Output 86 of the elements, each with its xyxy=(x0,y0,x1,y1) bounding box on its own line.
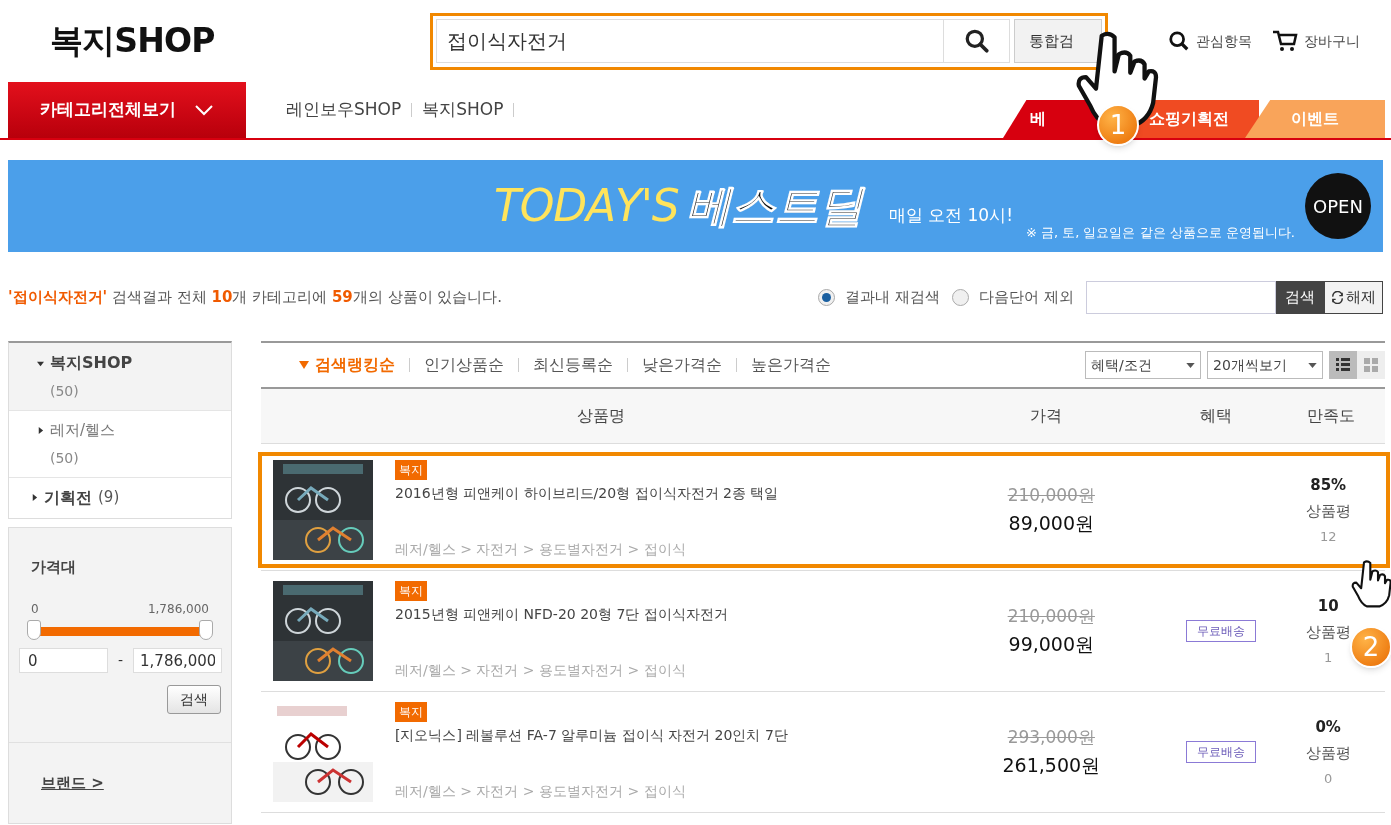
banner-subtitle: 매일 오전 10시! xyxy=(888,204,1013,227)
header-link[interactable]: 장바구니 xyxy=(1304,30,1360,52)
research-field[interactable] xyxy=(1086,280,1276,314)
product-category-path: 레저/헬스 > 자전거 > 용도별자전거 > 접이식 xyxy=(395,661,687,680)
satisfaction-rate: 85% xyxy=(1310,474,1347,496)
radio-label[interactable]: 결과내 재검색 xyxy=(845,285,941,309)
search-icon xyxy=(1168,30,1190,52)
caret-down-icon xyxy=(299,361,309,369)
list-icon xyxy=(1336,358,1350,372)
brand-link[interactable]: 브랜드 > xyxy=(41,774,104,792)
sale-price: 261,500원 xyxy=(1002,752,1101,778)
review-count: 0 xyxy=(1324,769,1333,788)
radio-button[interactable] xyxy=(818,288,836,306)
column-header: 상품명 xyxy=(577,405,625,427)
list-view-button[interactable] xyxy=(1329,351,1357,379)
price-slider[interactable] xyxy=(27,620,213,642)
filter-dropdown[interactable]: 혜택/조건 xyxy=(1085,351,1201,379)
price-range-title: 가격대 xyxy=(31,556,77,578)
sort-option[interactable]: 인기상품순 xyxy=(424,353,504,377)
column-header: 만족도 xyxy=(1307,405,1355,427)
review-count: 1 xyxy=(1324,648,1333,667)
category-badge: 복지 xyxy=(395,460,427,480)
free-shipping-badge: 무료배송 xyxy=(1185,741,1256,763)
integrated-search-button[interactable]: 통합검 xyxy=(1014,19,1102,63)
category-count: (50) xyxy=(49,382,79,401)
product-category-path: 레저/헬스 > 자전거 > 용도별자전거 > 접이식 xyxy=(395,540,687,559)
header-link[interactable]: 관심항목 xyxy=(1196,30,1252,52)
max-price-field[interactable]: 1,786,000 xyxy=(133,648,223,673)
original-price: 293,000원 xyxy=(1007,726,1095,749)
reset-button[interactable]: 해제 xyxy=(1324,280,1383,314)
search-icon[interactable] xyxy=(963,28,990,54)
chevron-down-icon xyxy=(194,104,214,116)
price-search-button[interactable]: 검색 xyxy=(167,685,221,714)
category-badge: 복지 xyxy=(395,581,427,601)
slider-handle[interactable] xyxy=(27,620,41,640)
review-label[interactable]: 상품평 xyxy=(1305,500,1351,523)
original-price: 210,000원 xyxy=(1007,605,1095,628)
shop-link[interactable]: 레인보우SHOP xyxy=(286,97,402,123)
original-price: 210,000원 xyxy=(1007,484,1095,507)
sort-option[interactable]: 최신등록순 xyxy=(533,353,613,377)
satisfaction-rate: 0% xyxy=(1315,716,1341,738)
caret-down-icon xyxy=(1308,362,1317,368)
banner-note: ※ 금, 토, 일요일은 같은 상품으로 운영됩니다. xyxy=(1025,223,1295,242)
free-shipping-badge: 무료배송 xyxy=(1185,620,1256,642)
refresh-icon xyxy=(1331,290,1344,304)
all-categories-button[interactable]: 카테고리전체보기 xyxy=(8,82,246,138)
step-number-badge: 2 xyxy=(1350,626,1391,668)
cart-icon xyxy=(1272,29,1298,53)
shop-link[interactable]: 복지SHOP xyxy=(422,97,504,123)
product-name[interactable]: [지오닉스] 레볼루션 FA-7 알루미늄 접이식 자전거 20인치 7단 xyxy=(395,725,953,746)
review-label[interactable]: 상품평 xyxy=(1305,621,1351,644)
category-link[interactable]: 레저/헬스 xyxy=(50,419,116,442)
min-price-field[interactable]: 0 xyxy=(19,648,108,673)
site-logo[interactable]: 복지SHOP xyxy=(50,16,250,66)
review-count: 12 xyxy=(1319,527,1337,546)
product-name[interactable]: 2015년형 피앤케이 NFD-20 20형 7단 접이식자전거 xyxy=(395,604,953,625)
sort-option[interactable]: 낮은가격순 xyxy=(642,353,722,377)
category-count: (9) xyxy=(98,487,120,509)
range-separator: - xyxy=(117,651,125,670)
banner-title: TODAY'S xyxy=(494,179,679,233)
range-max-label: 1,786,000 xyxy=(147,601,209,618)
sale-price: 99,000원 xyxy=(1008,631,1095,657)
category-link[interactable]: 기획전 xyxy=(44,485,92,510)
promo-banner[interactable]: TODAY'S 베스트딜 매일 오전 10시! ※ 금, 토, 일요일은 같은 상품으로 운영됩니다. OPEN xyxy=(8,160,1383,252)
filter-dropdown[interactable]: 20개씩보기 xyxy=(1207,351,1323,379)
column-header: 혜택 xyxy=(1200,405,1232,427)
satisfaction-rate: 10 xyxy=(1317,595,1339,617)
slider-handle[interactable] xyxy=(199,620,213,640)
review-label[interactable]: 상품평 xyxy=(1305,742,1351,765)
sale-price: 89,000원 xyxy=(1008,510,1095,536)
category-count: (50) xyxy=(49,448,79,468)
search-summary: '접이식자전거' 검색결과 전체 10개 카테고리에 59개의 상품이 있습니다. xyxy=(8,286,503,308)
grid-icon xyxy=(1364,358,1378,372)
caret-down-icon xyxy=(1186,362,1195,368)
search-button[interactable]: 검색 xyxy=(1276,280,1324,314)
open-button[interactable]: OPEN xyxy=(1305,173,1371,239)
radio-button[interactable] xyxy=(952,288,970,306)
sort-option[interactable]: 높은가격순 xyxy=(751,353,831,377)
range-min-label: 0 xyxy=(31,601,39,618)
search-field[interactable]: 접이식자전거 xyxy=(436,19,1010,63)
product-name[interactable]: 2016년형 피앤케이 하이브리드/20형 접이식자전거 2종 택일 xyxy=(395,483,953,504)
category-badge: 복지 xyxy=(395,702,427,722)
column-header: 가격 xyxy=(1030,405,1062,427)
radio-label[interactable]: 다음단어 제외 xyxy=(979,285,1074,309)
product-category-path: 레저/헬스 > 자전거 > 용도별자전거 > 접이식 xyxy=(395,782,687,801)
category-link[interactable]: 복지SHOP xyxy=(50,351,133,375)
